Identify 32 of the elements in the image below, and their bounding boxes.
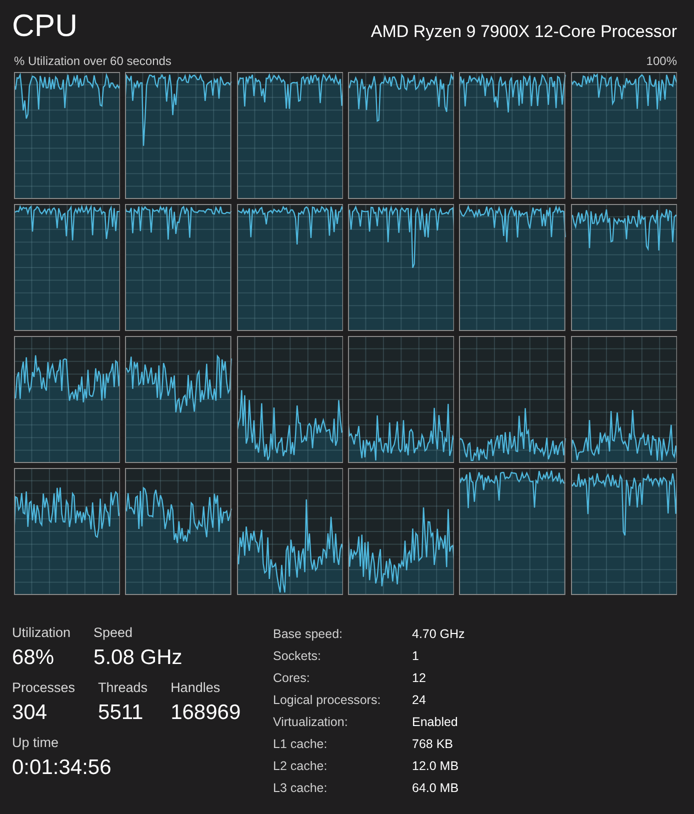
graph-caption: % Utilization over 60 seconds	[14, 53, 172, 69]
stat-value: 5.08 GHz	[94, 645, 182, 671]
stat-label: Up time	[12, 734, 59, 751]
graph-max-label: 100%	[646, 53, 677, 69]
detail-label: L3 cache:	[273, 781, 328, 795]
detail-value: 768 KB	[412, 737, 454, 751]
detail-label: Logical processors:	[273, 693, 381, 707]
detail-label: Virtualization:	[273, 715, 348, 729]
detail-label: Cores:	[273, 671, 310, 685]
stat-value: 68%	[12, 645, 54, 671]
detail-value: 12.0 MB	[412, 759, 459, 773]
detail-value: 24	[412, 693, 426, 707]
stat-label: Handles	[170, 679, 220, 696]
stat-label: Speed	[94, 624, 133, 641]
detail-value: 64.0 MB	[412, 781, 459, 795]
detail-label: L2 cache:	[273, 759, 328, 773]
detail-value: 1	[412, 649, 419, 663]
detail-label: Sockets:	[273, 649, 321, 663]
stat-value: 168969	[170, 700, 241, 726]
stat-label: Processes	[12, 679, 76, 696]
stat-label: Utilization	[12, 624, 71, 641]
stat-label: Threads	[98, 679, 148, 696]
stat-value: 5511	[98, 700, 144, 726]
processor-name: AMD Ryzen 9 7900X 12-Core Processor	[370, 22, 677, 43]
stat-value: 0:01:34:56	[12, 755, 112, 781]
detail-value: 4.70 GHz	[412, 627, 465, 641]
detail-value: Enabled	[412, 715, 458, 729]
stat-value: 304	[12, 700, 48, 726]
page-title: CPU	[12, 9, 78, 45]
detail-label: Base speed:	[273, 627, 342, 641]
detail-value: 12	[412, 671, 426, 685]
detail-label: L1 cache:	[273, 737, 328, 751]
